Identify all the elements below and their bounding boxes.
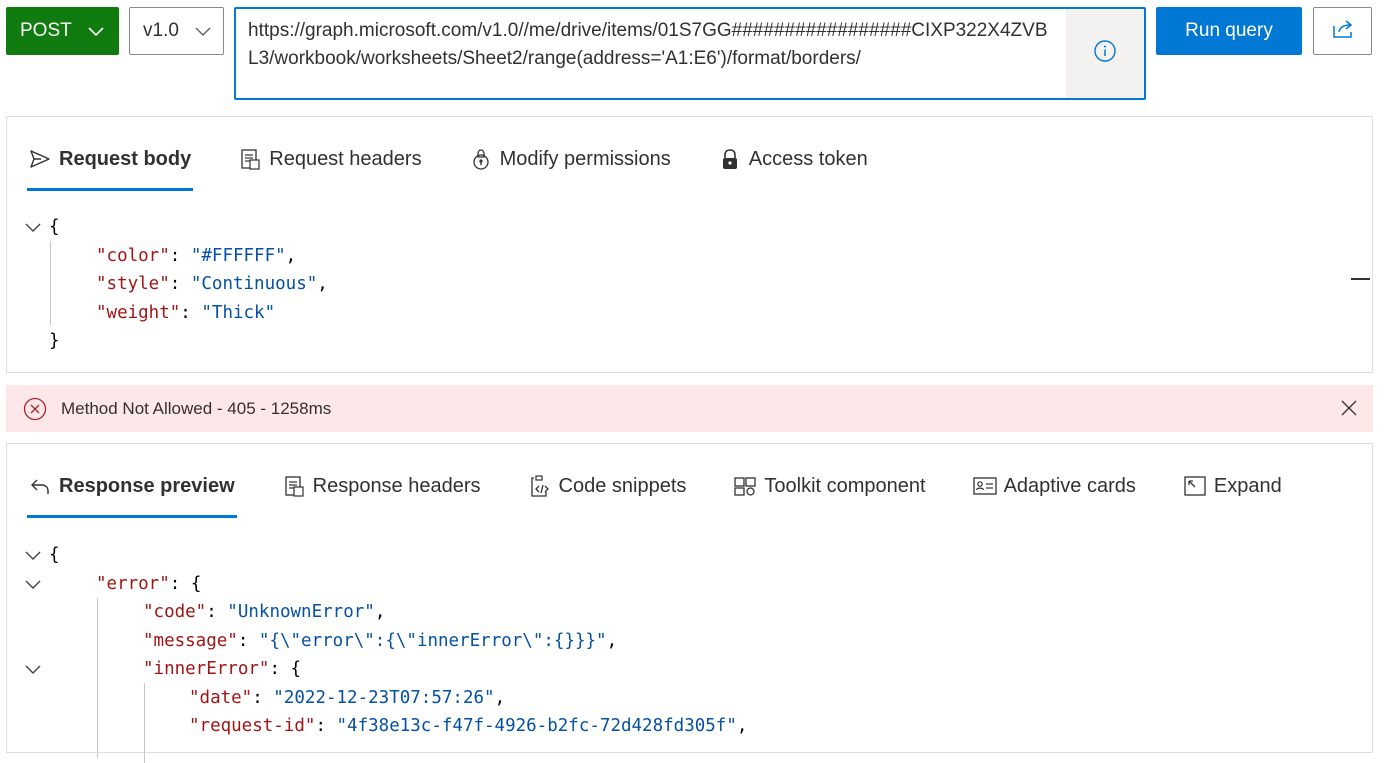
tab-response-preview[interactable]: Response preview xyxy=(27,462,237,518)
tab-access-token[interactable]: Access token xyxy=(717,135,868,183)
method-label: POST xyxy=(20,20,72,41)
json-key: "request-id" xyxy=(189,716,316,736)
tab-request-body[interactable]: Request body xyxy=(27,135,194,191)
document-icon xyxy=(281,473,307,499)
toolkit-icon xyxy=(732,473,758,499)
json-value: "#FFFFFF" xyxy=(190,246,286,266)
response-tabs: Response preview Response headers Code s… xyxy=(27,462,1328,520)
json-line: "message": "{\"error\":{\"innerError\":{… xyxy=(143,631,618,651)
code-icon xyxy=(527,473,553,499)
chevron-down-icon[interactable] xyxy=(22,658,44,680)
tab-label: Request body xyxy=(59,147,192,170)
json-value: "{\"error\":{\"innerError\":{}}}" xyxy=(258,631,607,651)
json-key: "error" xyxy=(96,574,170,594)
version-dropdown[interactable]: v1.0 xyxy=(129,7,224,55)
tab-modify-permissions[interactable]: Modify permissions xyxy=(468,135,671,183)
run-query-button[interactable]: Run query xyxy=(1156,7,1302,55)
url-text[interactable]: https://graph.microsoft.com/v1.0//me/dri… xyxy=(248,17,1058,73)
json-line: "error": { xyxy=(96,574,202,594)
json-line: "date": "2022-12-23T07:57:26", xyxy=(189,688,506,708)
json-line: "style": "Continuous", xyxy=(96,274,328,294)
status-message: Method Not Allowed - 405 - 1258ms xyxy=(61,398,332,418)
tab-label: Code snippets xyxy=(558,474,687,497)
json-close-brace: } xyxy=(49,331,60,351)
json-value: "Continuous" xyxy=(190,274,318,294)
tab-label: Access token xyxy=(748,147,868,170)
json-open-brace: { xyxy=(49,545,60,565)
minimize-icon[interactable] xyxy=(1351,278,1370,280)
json-key: "innerError" xyxy=(143,659,270,679)
share-icon xyxy=(1330,18,1356,45)
tab-expand[interactable]: Expand xyxy=(1182,462,1282,510)
json-key: "color" xyxy=(96,246,170,266)
chevron-down-icon[interactable] xyxy=(22,216,44,238)
json-key: "message" xyxy=(143,631,238,651)
tab-adaptive-cards[interactable]: Adaptive cards xyxy=(972,462,1136,510)
tab-label: Request headers xyxy=(269,147,422,170)
run-query-label: Run query xyxy=(1185,20,1273,41)
tab-code-snippets[interactable]: Code snippets xyxy=(527,462,687,510)
json-value: "4f38e13c-f47f-4926-b2fc-72d428fd305f" xyxy=(336,716,737,736)
tab-label: Expand xyxy=(1213,474,1282,497)
chevron-down-icon xyxy=(87,22,105,46)
json-line: "weight": "Thick" xyxy=(96,303,276,323)
json-key: "weight" xyxy=(96,303,181,323)
indent-guide xyxy=(50,241,51,325)
error-icon xyxy=(23,397,47,421)
card-icon xyxy=(972,473,998,499)
json-key: "style" xyxy=(96,274,170,294)
close-icon[interactable] xyxy=(1341,400,1357,421)
json-line: "code": "UnknownError", xyxy=(143,602,386,622)
tab-label: Toolkit component xyxy=(764,474,926,497)
tab-label: Response preview xyxy=(59,474,235,497)
json-open-brace: { xyxy=(49,217,60,237)
version-label: v1.0 xyxy=(143,20,179,41)
permissions-icon xyxy=(468,146,494,172)
json-value: "UnknownError" xyxy=(227,602,375,622)
tab-label: Modify permissions xyxy=(499,147,671,170)
info-icon xyxy=(1093,39,1117,68)
lock-icon xyxy=(717,146,743,172)
json-line: "color": "#FFFFFF", xyxy=(96,246,297,266)
response-panel: Response preview Response headers Code s… xyxy=(6,443,1373,763)
chevron-down-icon[interactable] xyxy=(22,544,44,566)
json-value: "2022-12-23T07:57:26" xyxy=(273,688,495,708)
json-key: "date" xyxy=(189,688,253,708)
send-icon xyxy=(27,146,53,172)
tab-label: Response headers xyxy=(312,474,481,497)
info-button[interactable] xyxy=(1066,9,1144,98)
undo-icon xyxy=(27,473,53,499)
chevron-down-icon xyxy=(194,22,212,46)
request-tabs: Request body Request headers Modify perm… xyxy=(27,135,914,193)
document-icon xyxy=(237,146,263,172)
tab-toolkit-component[interactable]: Toolkit component xyxy=(732,462,926,510)
indent-guide xyxy=(144,683,145,763)
json-value: "Thick" xyxy=(201,303,276,323)
json-key: "code" xyxy=(143,602,207,622)
share-button[interactable] xyxy=(1313,7,1372,55)
tab-request-headers[interactable]: Request headers xyxy=(237,135,422,183)
tab-response-headers[interactable]: Response headers xyxy=(281,462,481,510)
status-message-bar: Method Not Allowed - 405 - 1258ms xyxy=(6,385,1373,432)
json-line: "innerError": { xyxy=(143,659,302,679)
indent-guide xyxy=(97,598,98,758)
chevron-down-icon[interactable] xyxy=(22,573,44,595)
request-panel: Request body Request headers Modify perm… xyxy=(6,116,1373,373)
tab-label: Adaptive cards xyxy=(1003,474,1136,497)
expand-icon xyxy=(1182,473,1208,499)
json-line: "request-id": "4f38e13c-f47f-4926-b2fc-7… xyxy=(189,716,748,736)
url-input[interactable]: https://graph.microsoft.com/v1.0//me/dri… xyxy=(234,7,1146,100)
method-dropdown[interactable]: POST xyxy=(6,7,119,55)
